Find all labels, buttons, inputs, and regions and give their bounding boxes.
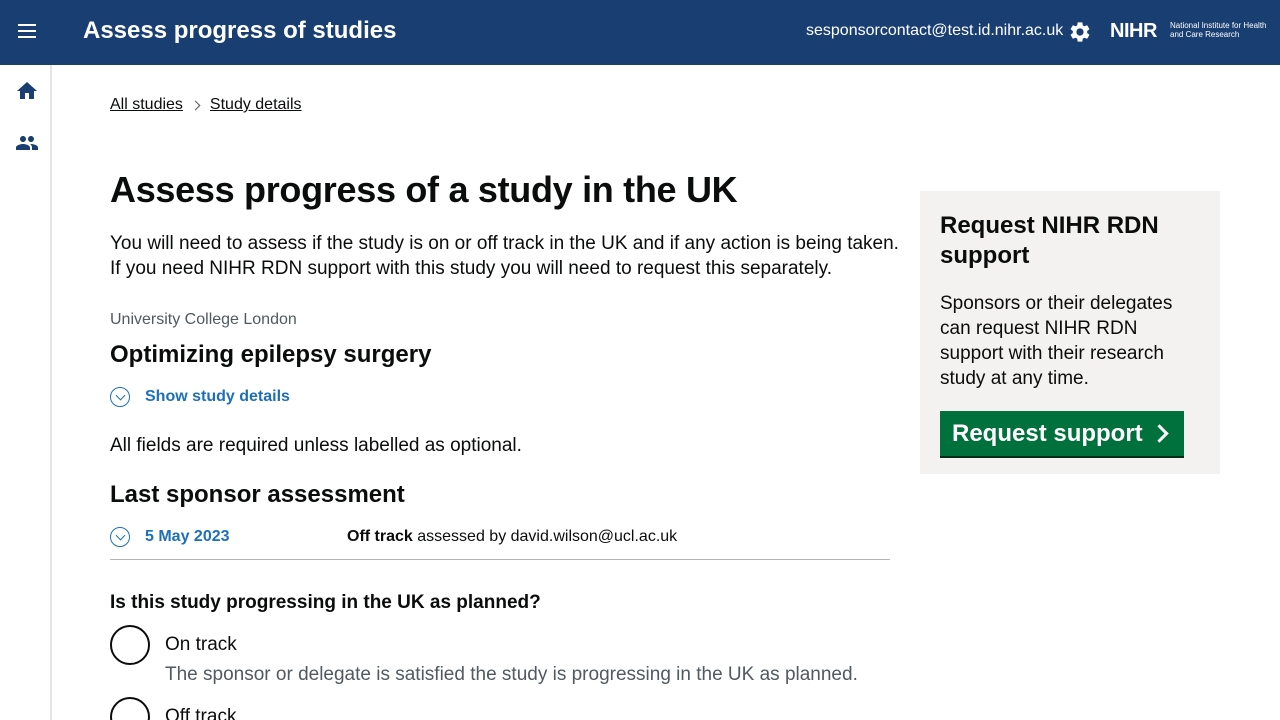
home-icon[interactable] [15,79,39,103]
show-study-details-label: Show study details [145,388,290,405]
chevron-right-icon [1149,424,1169,443]
last-assessment-row[interactable]: 5 May 2023 Off track assessed by david.w… [110,526,890,560]
assessment-status: Off track [347,528,413,545]
on-track-hint: The sponsor or delegate is satisfied the… [165,664,858,685]
app-title[interactable]: Assess progress of studies [83,17,396,45]
on-track-radio[interactable] [110,625,150,665]
chevron-down-icon [110,387,130,407]
breadcrumb-study-details[interactable]: Study details [210,96,302,114]
request-support-panel: Request NIHR RDN support Sponsors or the… [920,191,1220,474]
organisation-caption: University College London [110,311,297,328]
request-support-title: Request NIHR RDN support [940,212,1159,269]
last-assessment-heading: Last sponsor assessment [110,481,405,508]
chevron-right-icon [190,100,201,110]
assessment-assessor: assessed by david.wilson@ucl.ac.uk [417,528,678,545]
gear-icon[interactable] [1068,20,1092,44]
nihr-logo[interactable]: NIHR National Institute for Health and C… [1110,20,1270,44]
menu-icon[interactable] [14,20,40,46]
assessment-summary: Off track assessed by david.wilson@ucl.a… [347,528,677,546]
study-title: Optimizing epilepsy surgery [110,341,432,368]
side-navigation [0,65,52,720]
users-icon[interactable] [15,131,39,155]
request-support-button[interactable]: Request support [940,411,1184,456]
off-track-label[interactable]: Off track [165,706,236,720]
breadcrumb: All studies Study details [110,96,302,114]
header-bar: Assess progress of studies sesponsorcont… [0,0,1280,65]
request-support-button-label: Request support [952,419,1143,447]
intro-text: You will need to assess if the study is … [110,233,899,279]
progress-question: Is this study progressing in the UK as p… [110,592,541,613]
show-study-details-toggle[interactable]: Show study details [110,387,290,407]
page-title: Assess progress of a study in the UK [110,169,738,210]
assessment-date: 5 May 2023 [145,528,230,545]
breadcrumb-all-studies[interactable]: All studies [110,96,183,114]
on-track-label[interactable]: On track [165,634,237,656]
chevron-down-icon [110,527,130,547]
request-support-text: Sponsors or their delegates can request … [940,293,1173,389]
off-track-radio[interactable] [110,697,150,720]
required-fields-note: All fields are required unless labelled … [110,435,522,456]
user-email: sesponsorcontact@test.id.nihr.ac.uk [806,22,1064,39]
